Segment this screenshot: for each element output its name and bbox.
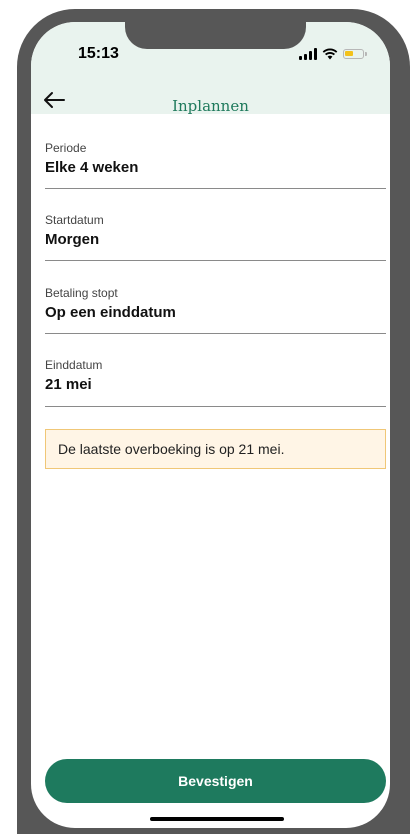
- payment-stop-label: Betaling stopt: [45, 286, 118, 300]
- phone-frame: 15:13 Inplannen Periode Elke 4 weken Sta…: [17, 9, 410, 834]
- status-icons: [299, 48, 367, 60]
- period-label: Periode: [45, 141, 87, 155]
- payment-stop-value: Op een einddatum: [45, 304, 176, 321]
- battery-icon: [343, 49, 367, 59]
- page-title: Inplannen: [172, 97, 249, 115]
- confirm-button[interactable]: Bevestigen: [45, 759, 386, 803]
- wifi-icon: [322, 48, 338, 60]
- payment-stop-field[interactable]: Betaling stopt Op een einddatum: [45, 286, 386, 334]
- app-screen: 15:13 Inplannen Periode Elke 4 weken Sta…: [31, 22, 390, 828]
- period-value: Elke 4 weken: [45, 159, 139, 176]
- device-notch: [125, 22, 306, 49]
- start-date-value: Morgen: [45, 231, 100, 248]
- end-date-field[interactable]: Einddatum 21 mei: [45, 358, 386, 407]
- end-date-label: Einddatum: [45, 358, 103, 372]
- signal-icon: [299, 48, 317, 60]
- start-date-field[interactable]: Startdatum Morgen: [45, 213, 386, 261]
- home-indicator[interactable]: [150, 817, 284, 821]
- period-field[interactable]: Periode Elke 4 weken: [45, 141, 386, 189]
- status-time: 15:13: [78, 45, 119, 62]
- end-date-value: 21 mei: [45, 376, 92, 393]
- info-notice: De laatste overboeking is op 21 mei.: [45, 429, 386, 469]
- start-date-label: Startdatum: [45, 213, 104, 227]
